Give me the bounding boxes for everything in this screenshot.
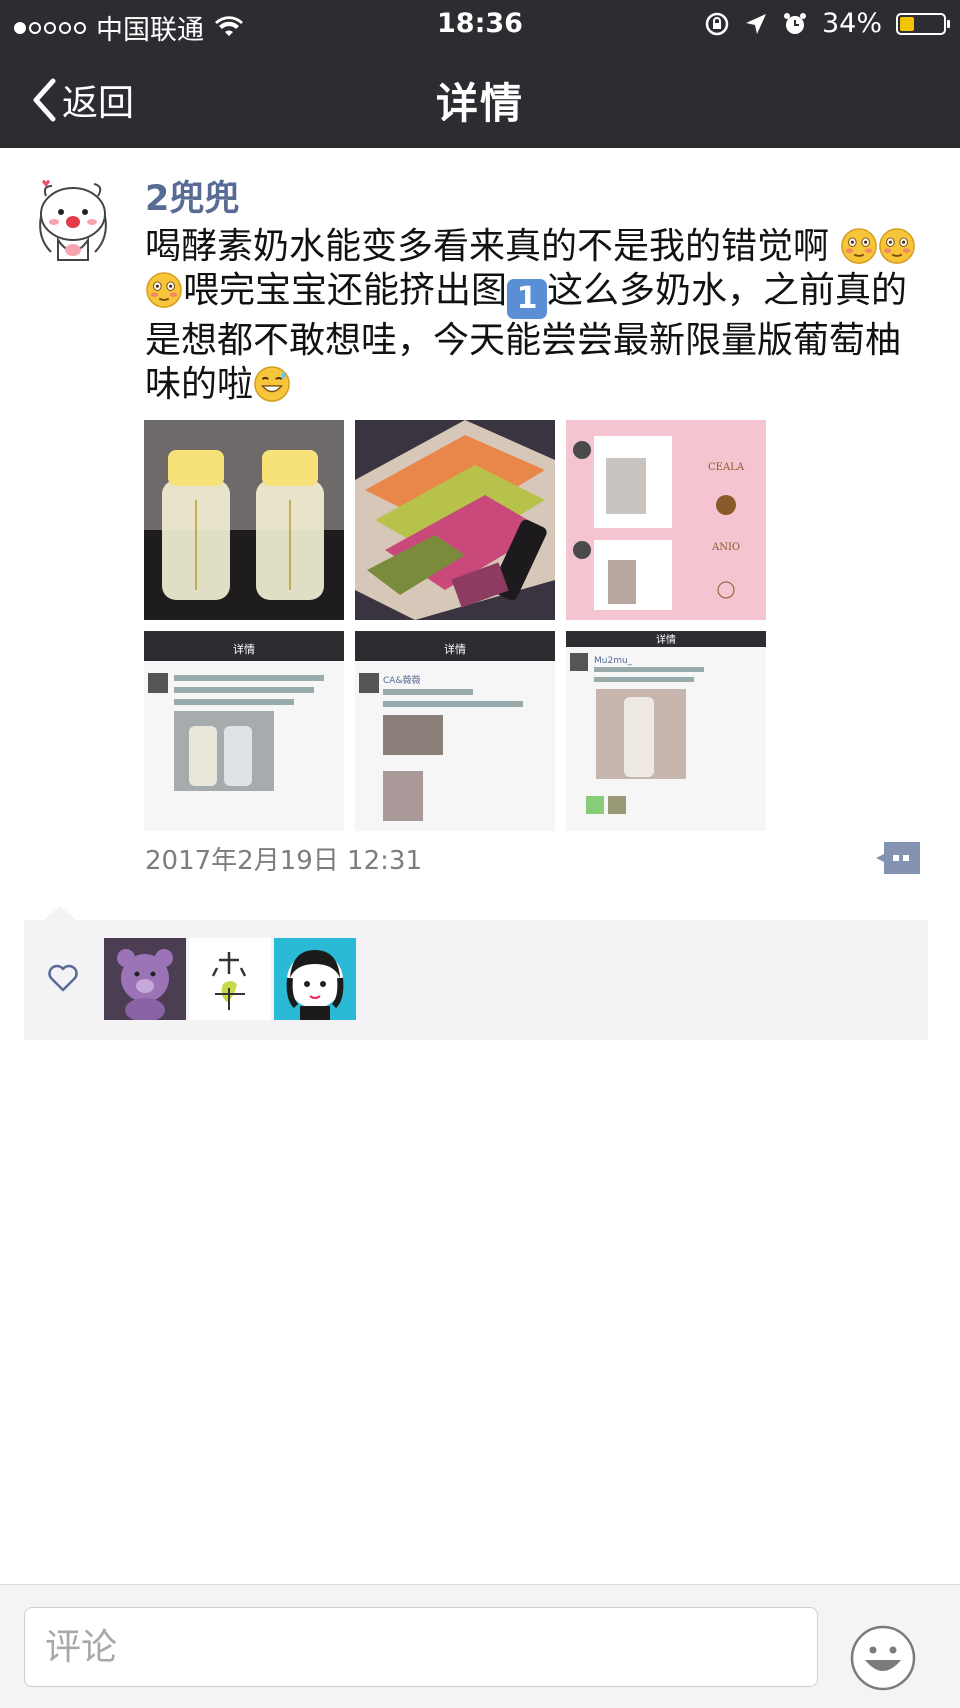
status-bar: 中国联通 18:36 34%	[0, 0, 960, 48]
milk-bottles-image	[144, 420, 344, 620]
screenshot-2-user: CA&薇薇	[383, 674, 420, 686]
post-image-1[interactable]	[144, 420, 344, 620]
cartoon-girl-avatar	[274, 938, 356, 1020]
product-boxes-image	[355, 420, 555, 620]
cartoon-avatar-image	[28, 172, 118, 264]
likes-pointer	[44, 906, 76, 920]
page-title: 详情	[435, 79, 524, 128]
post-image-2[interactable]	[355, 420, 555, 620]
battery-percentage: 34%	[821, 8, 882, 39]
author-avatar[interactable]	[28, 172, 118, 264]
chat-screenshot-image: 详情 Mu2mu_	[566, 631, 766, 831]
navigation-bar: 返回 详情	[0, 48, 960, 148]
post-text-part-1: 喝酵素奶水能变多看来真的不是我的错觉啊	[145, 226, 830, 267]
author-name[interactable]: 2兜兜	[145, 170, 239, 221]
flushed-emoji-icon	[146, 272, 182, 308]
flushed-emoji-icon	[879, 228, 916, 264]
liker-avatar-2[interactable]	[189, 938, 271, 1020]
post-text-part-2: 喂完宝宝还能挤出图	[183, 270, 508, 311]
post-timestamp: 2017年2月19日 12:31	[145, 846, 422, 876]
comment-bubble-icon	[876, 842, 920, 874]
post-text: 喝酵素奶水能变多看来真的不是我的错觉啊 喂完宝宝还能挤出图 1 这么多奶水，之前真的…	[145, 225, 935, 407]
keycap-one-emoji: 1	[507, 279, 548, 319]
alarm-icon	[783, 12, 806, 34]
comment-input[interactable]	[24, 1607, 818, 1687]
purple-bear-avatar	[104, 938, 186, 1020]
post-image-6[interactable]: 详情 Mu2mu_	[566, 631, 766, 831]
liker-avatar-3[interactable]	[274, 938, 356, 1020]
battery-fill	[900, 16, 914, 31]
battery-icon	[896, 12, 950, 35]
chat-screenshot-image: 详情	[144, 631, 344, 831]
comment-bar	[0, 1584, 960, 1708]
comment-action-button[interactable]	[876, 842, 920, 874]
emoji-button[interactable]	[850, 1625, 916, 1691]
screenshot-1-title: 详情	[233, 642, 255, 656]
chat-screenshot-image: 详情 CA&薇薇	[355, 631, 555, 831]
grinning-sweat-emoji-icon	[254, 366, 290, 402]
screenshot-3-title: 详情	[656, 633, 676, 646]
svg-text:ANIO: ANIO	[711, 542, 740, 553]
flushed-emoji-icon	[841, 228, 878, 264]
liker-avatar-1[interactable]	[104, 938, 186, 1020]
likes-panel	[24, 920, 928, 1040]
pink-chat-collage-image: CEALA ANIO	[566, 420, 766, 620]
status-right: 34%	[704, 8, 950, 39]
post-image-4[interactable]: 详情	[144, 631, 344, 831]
screenshot-2-title: 详情	[444, 642, 466, 656]
rotation-lock-icon	[705, 12, 729, 35]
post-image-5[interactable]: 详情 CA&薇薇	[355, 631, 555, 831]
post-image-3[interactable]: CEALA ANIO	[566, 420, 766, 620]
location-arrow-icon	[745, 13, 766, 34]
calligraphy-avatar	[189, 938, 271, 1020]
smiley-face-icon	[850, 1625, 916, 1691]
screenshot-3-user: Mu2mu_	[594, 656, 633, 666]
svg-text:CEALA: CEALA	[708, 462, 745, 473]
heart-icon	[48, 964, 78, 992]
